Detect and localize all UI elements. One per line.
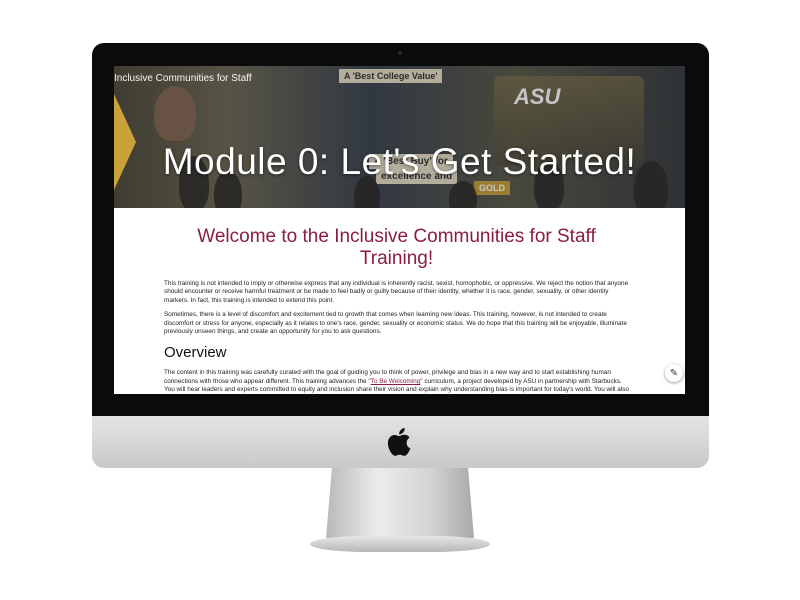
apple-icon	[387, 428, 411, 456]
edit-button[interactable]: ✎	[665, 364, 683, 382]
discomfort-paragraph: Sometimes, there is a level of discomfor…	[164, 311, 627, 336]
monitor-chin	[92, 416, 709, 468]
hero-overlay	[114, 66, 685, 208]
monitor-base	[310, 536, 490, 552]
course-title[interactable]: Inclusive Communities for Staff	[114, 73, 252, 84]
welcome-heading: Welcome to the Inclusive Communities for…	[197, 226, 596, 269]
camera-dot	[398, 51, 402, 55]
hero-banner: A 'Best College Value' A 'Best Buy' for …	[114, 66, 685, 208]
pencil-icon: ✎	[669, 367, 679, 379]
screen: A 'Best College Value' A 'Best Buy' for …	[114, 66, 685, 394]
monitor-stand	[326, 468, 474, 538]
overview-paragraph: The content in this training was careful…	[164, 369, 629, 394]
module-title: Module 0: Let's Get Started!	[162, 140, 637, 182]
to-be-welcoming-link[interactable]: To Be Welcoming	[371, 378, 421, 385]
overview-heading: Overview	[164, 344, 227, 362]
intro-paragraph: This training is not intended to imply o…	[164, 280, 629, 304]
page-content: Welcome to the Inclusive Communities for…	[164, 226, 629, 394]
